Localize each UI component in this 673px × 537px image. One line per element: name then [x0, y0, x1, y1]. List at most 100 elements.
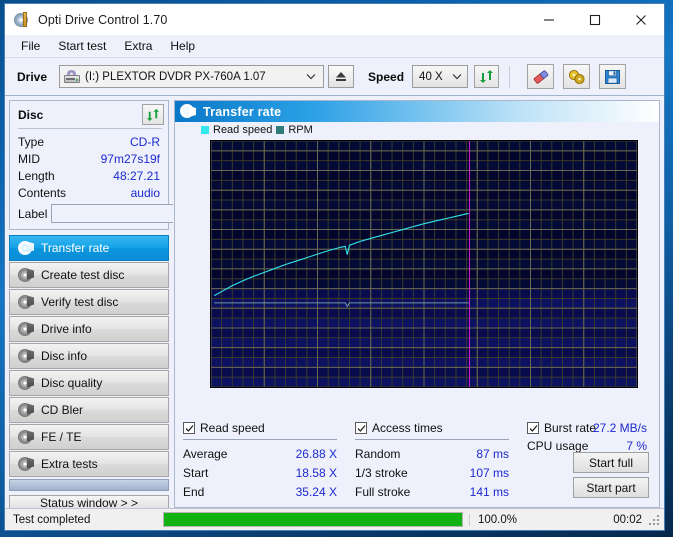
chevron-down-icon: [306, 66, 316, 87]
resize-grip[interactable]: [649, 515, 661, 527]
right-panel: Transfer rate Read speed RPM 4 X8 X12 X1…: [173, 96, 664, 508]
content-area: Disc Type CD-R MID 97m27s19f Length 48:2…: [5, 96, 664, 511]
panel-title: Transfer rate: [203, 104, 282, 119]
maximize-button[interactable]: [572, 4, 618, 35]
y-axis-tick: [210, 170, 211, 171]
start-part-button[interactable]: Start part: [573, 477, 649, 498]
chart-svg: [211, 141, 637, 387]
read-speed-header: Read speed: [183, 420, 355, 436]
speed-label: Speed: [368, 69, 405, 84]
disc-row-contents: Contents audio: [10, 184, 168, 201]
menu-item-help[interactable]: Help: [164, 37, 203, 56]
result-row-start: Start 18.58 X: [183, 463, 355, 482]
sidebar-item-drive-info[interactable]: Drive info: [9, 316, 169, 342]
disc-label-key: Label: [18, 206, 48, 221]
application-window: Opti Drive Control 1.70 File Start test …: [4, 3, 665, 531]
disc-test-icon: [17, 429, 34, 446]
menu-item-start-test[interactable]: Start test: [52, 37, 114, 56]
compare-button[interactable]: [563, 64, 591, 89]
eraser-button[interactable]: [527, 64, 555, 89]
x-axis-tick: [371, 387, 372, 388]
chart-legend: Read speed RPM: [201, 124, 313, 136]
sidebar-item-verify-test-disc[interactable]: Verify test disc: [9, 289, 169, 315]
disc-test-icon: [17, 321, 34, 338]
disc-row-mid: MID 97m27s19f: [10, 150, 168, 167]
transfer-rate-panel: Transfer rate Read speed RPM 4 X8 X12 X1…: [174, 100, 660, 508]
disc-test-icon: [17, 267, 34, 284]
disc-test-icon: [17, 348, 34, 365]
optical-drive-icon: [64, 70, 81, 83]
progress-percent: 100.0%: [469, 513, 538, 526]
menu-bar: File Start test Extra Help: [5, 35, 664, 58]
sidebar-splitter[interactable]: [9, 479, 169, 491]
sidebar-item-cd-bler[interactable]: CD Bler: [9, 397, 169, 423]
drive-select[interactable]: (I:) PLEXTOR DVDR PX-760A 1.07: [59, 65, 325, 88]
legend-label-read-speed: Read speed: [213, 124, 273, 136]
disc-refresh-button[interactable]: [142, 104, 164, 125]
sidebar-item-fe-te[interactable]: FE / TE: [9, 424, 169, 450]
access-times-checkbox[interactable]: [355, 422, 367, 434]
result-row-one-third-stroke: 1/3 stroke 107 ms: [355, 463, 527, 482]
sidebar-item-label: FE / TE: [41, 430, 82, 444]
result-row-full-stroke: Full stroke 141 ms: [355, 482, 527, 501]
refresh-button[interactable]: [474, 65, 500, 88]
minimize-button[interactable]: [526, 4, 572, 35]
left-sidebar: Disc Type CD-R MID 97m27s19f Length 48:2…: [5, 96, 255, 511]
result-value: 26.88 X: [295, 446, 337, 461]
title-bar: Opti Drive Control 1.70: [5, 4, 664, 35]
disc-test-icon: [17, 375, 34, 392]
disc-info-title: Disc: [18, 107, 44, 122]
x-axis-tick: [264, 387, 265, 388]
sidebar-item-create-test-disc[interactable]: Create test disc: [9, 262, 169, 288]
menu-item-extra[interactable]: Extra: [118, 37, 160, 56]
result-key: Start: [183, 465, 209, 480]
navigation-list: Transfer rate Create test disc Verify te…: [9, 235, 169, 491]
y-axis-tick: [210, 288, 211, 289]
sidebar-item-disc-info[interactable]: Disc info: [9, 343, 169, 369]
speed-select[interactable]: 40 X: [412, 65, 469, 88]
y-axis-tick: [210, 367, 211, 368]
sidebar-item-label: Create test disc: [41, 268, 125, 282]
y-axis-tick: [210, 327, 211, 328]
x-axis-tick: [637, 387, 638, 388]
result-value: 35.24 X: [295, 484, 337, 499]
start-full-button[interactable]: Start full: [573, 452, 649, 473]
legend-swatch-rpm: [276, 126, 285, 134]
status-bar: Test completed 100.0% 00:02: [5, 508, 664, 530]
disc-row-type: Type CD-R: [10, 133, 168, 150]
result-value: 141 ms: [469, 484, 509, 499]
result-key: Random: [355, 446, 401, 461]
sidebar-item-label: Transfer rate: [41, 241, 110, 255]
sidebar-item-label: Disc quality: [41, 376, 103, 390]
divider: [183, 439, 337, 440]
disc-info-box: Disc Type CD-R MID 97m27s19f Length 48:2…: [9, 100, 255, 230]
menu-item-file[interactable]: File: [15, 37, 48, 56]
result-key: Average: [183, 446, 228, 461]
read-speed-checkbox[interactable]: [183, 422, 195, 434]
eject-button[interactable]: [328, 65, 355, 88]
sidebar-item-label: CD Bler: [41, 403, 84, 417]
toolbar: Drive (I:) PLEXTOR DVDR PX-760A 1.07 Spe…: [5, 58, 664, 96]
chart-plot[interactable]: 4 X8 X12 X16 X20 X24 X28 X32 X36 X40 X44…: [210, 140, 638, 388]
sidebar-item-disc-quality[interactable]: Disc quality: [9, 370, 169, 396]
y-axis-tick: [210, 209, 211, 210]
speed-select-value: 40 X: [419, 70, 443, 83]
disc-row-value: audio: [130, 185, 160, 200]
disc-row-length: Length 48:27.21: [10, 167, 168, 184]
sidebar-item-label: Extra tests: [41, 457, 98, 471]
access-times-results: Access times Random 87 ms 1/3 stroke 107…: [355, 420, 527, 507]
save-button[interactable]: [599, 64, 627, 89]
result-key: End: [183, 484, 205, 499]
close-button[interactable]: [618, 4, 664, 35]
sidebar-item-label: Drive info: [41, 322, 92, 336]
results-area: Read speed Average 26.88 X Start 18.58 X: [175, 415, 659, 507]
sidebar-item-transfer-rate[interactable]: Transfer rate: [9, 235, 169, 261]
disc-row-value: CD-R: [130, 134, 160, 149]
sidebar-item-extra-tests[interactable]: Extra tests: [9, 451, 169, 477]
chart-cursor-line: [468, 141, 470, 387]
disc-info-header: Disc: [10, 101, 168, 128]
disc-test-icon: [17, 294, 34, 311]
disc-row-value: 97m27s19f: [100, 151, 160, 166]
burst-rate-checkbox[interactable]: [527, 422, 539, 434]
burst-rate-results: Burst rate 27.2 MB/s CPU usage 7 % Start…: [527, 420, 653, 507]
